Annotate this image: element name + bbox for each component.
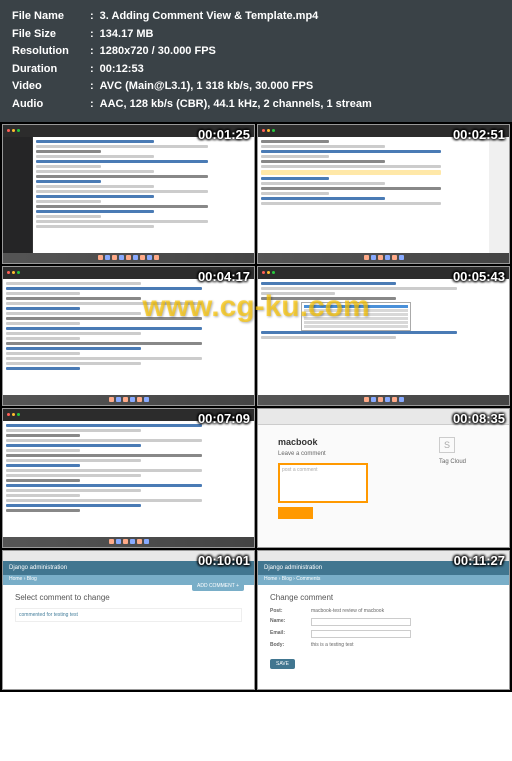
- timestamp-label: 00:04:17: [198, 269, 250, 284]
- timestamp-label: 00:01:25: [198, 127, 250, 142]
- close-icon: [262, 129, 265, 132]
- minimize-icon: [267, 129, 270, 132]
- field-value: this is a testing test: [311, 642, 354, 648]
- add-comment-button: ADD COMMENT +: [192, 581, 244, 591]
- label-filename: File Name: [12, 8, 90, 26]
- maximize-icon: [17, 413, 20, 416]
- text-input: [311, 618, 411, 626]
- file-metadata-panel: File Name : 3. Adding Comment View & Tem…: [0, 0, 512, 122]
- video-thumbnail[interactable]: 00:08:35 macbook Leave a comment post a …: [257, 408, 510, 548]
- video-thumbnail[interactable]: 00:02:51: [257, 124, 510, 264]
- text-input: [311, 630, 411, 638]
- label-duration: Duration: [12, 61, 90, 79]
- submit-button: [278, 507, 313, 519]
- breadcrumb: Home › Blog › Comments: [258, 575, 509, 585]
- editor-content: [258, 279, 509, 395]
- maximize-icon: [17, 271, 20, 274]
- timestamp-label: 00:10:01: [198, 553, 250, 568]
- editor-sidebar: [3, 137, 33, 253]
- label-video: Video: [12, 78, 90, 96]
- timestamp-label: 00:11:27: [454, 553, 505, 568]
- list-item: commented for testing test: [15, 608, 242, 622]
- page-title: Select comment to change: [15, 593, 242, 602]
- field-value: macbook-test review of macbook: [311, 608, 384, 614]
- page-title: Change comment: [270, 593, 497, 602]
- video-thumbnail[interactable]: 00:05:43: [257, 266, 510, 406]
- macos-dock: [3, 395, 254, 405]
- video-thumbnail[interactable]: 00:10:01 Django administration Home › Bl…: [2, 550, 255, 690]
- save-button: SAVE: [270, 659, 295, 669]
- timestamp-label: 00:05:43: [453, 269, 505, 284]
- video-thumbnail[interactable]: 00:11:27 Django administration Home › Bl…: [257, 550, 510, 690]
- value-video: AVC (Main@L3.1), 1 318 kb/s, 30.000 FPS: [100, 78, 314, 96]
- field-label: Post:: [270, 608, 305, 614]
- close-icon: [7, 129, 10, 132]
- label-resolution: Resolution: [12, 43, 90, 61]
- timestamp-label: 00:07:09: [198, 411, 250, 426]
- tag-cloud-label: Tag Cloud: [439, 459, 489, 465]
- minimize-icon: [12, 271, 15, 274]
- macos-dock: [258, 395, 509, 405]
- timestamp-label: 00:02:51: [453, 127, 505, 142]
- comment-textarea: post a comment: [278, 463, 368, 503]
- label-filesize: File Size: [12, 26, 90, 44]
- field-label: Email:: [270, 630, 305, 638]
- field-label: Name:: [270, 618, 305, 626]
- value-filesize: 134.17 MB: [100, 26, 154, 44]
- value-resolution: 1280x720 / 30.000 FPS: [100, 43, 216, 61]
- macos-dock: [3, 537, 254, 547]
- minimize-icon: [267, 271, 270, 274]
- editor-content: [3, 421, 254, 537]
- close-icon: [7, 413, 10, 416]
- minimize-icon: [12, 129, 15, 132]
- value-duration: 00:12:53: [100, 61, 144, 79]
- video-thumbnail[interactable]: 00:01:25: [2, 124, 255, 264]
- value-filename: 3. Adding Comment View & Template.mp4: [100, 8, 319, 26]
- minimize-icon: [12, 413, 15, 416]
- editor-content: [3, 279, 254, 395]
- post-title: macbook: [278, 437, 424, 447]
- close-icon: [262, 271, 265, 274]
- maximize-icon: [272, 129, 275, 132]
- maximize-icon: [17, 129, 20, 132]
- editor-content: [33, 137, 254, 253]
- close-icon: [7, 271, 10, 274]
- macos-dock: [258, 253, 509, 263]
- video-thumbnail[interactable]: 00:04:17: [2, 266, 255, 406]
- field-label: Body:: [270, 642, 305, 648]
- value-audio: AAC, 128 kb/s (CBR), 44.1 kHz, 2 channel…: [100, 96, 372, 114]
- editor-content: [258, 137, 489, 253]
- label-audio: Audio: [12, 96, 90, 114]
- macos-dock: [3, 253, 254, 263]
- autocomplete-popup: [301, 302, 411, 331]
- sidebar-box-icon: S: [439, 437, 455, 453]
- thumbnails-grid: 00:01:25 00:: [0, 122, 512, 692]
- editor-minimap: [489, 137, 509, 253]
- comment-heading: Leave a comment: [278, 451, 424, 457]
- timestamp-label: 00:08:35: [453, 411, 505, 426]
- video-thumbnail[interactable]: 00:07:09: [2, 408, 255, 548]
- maximize-icon: [272, 271, 275, 274]
